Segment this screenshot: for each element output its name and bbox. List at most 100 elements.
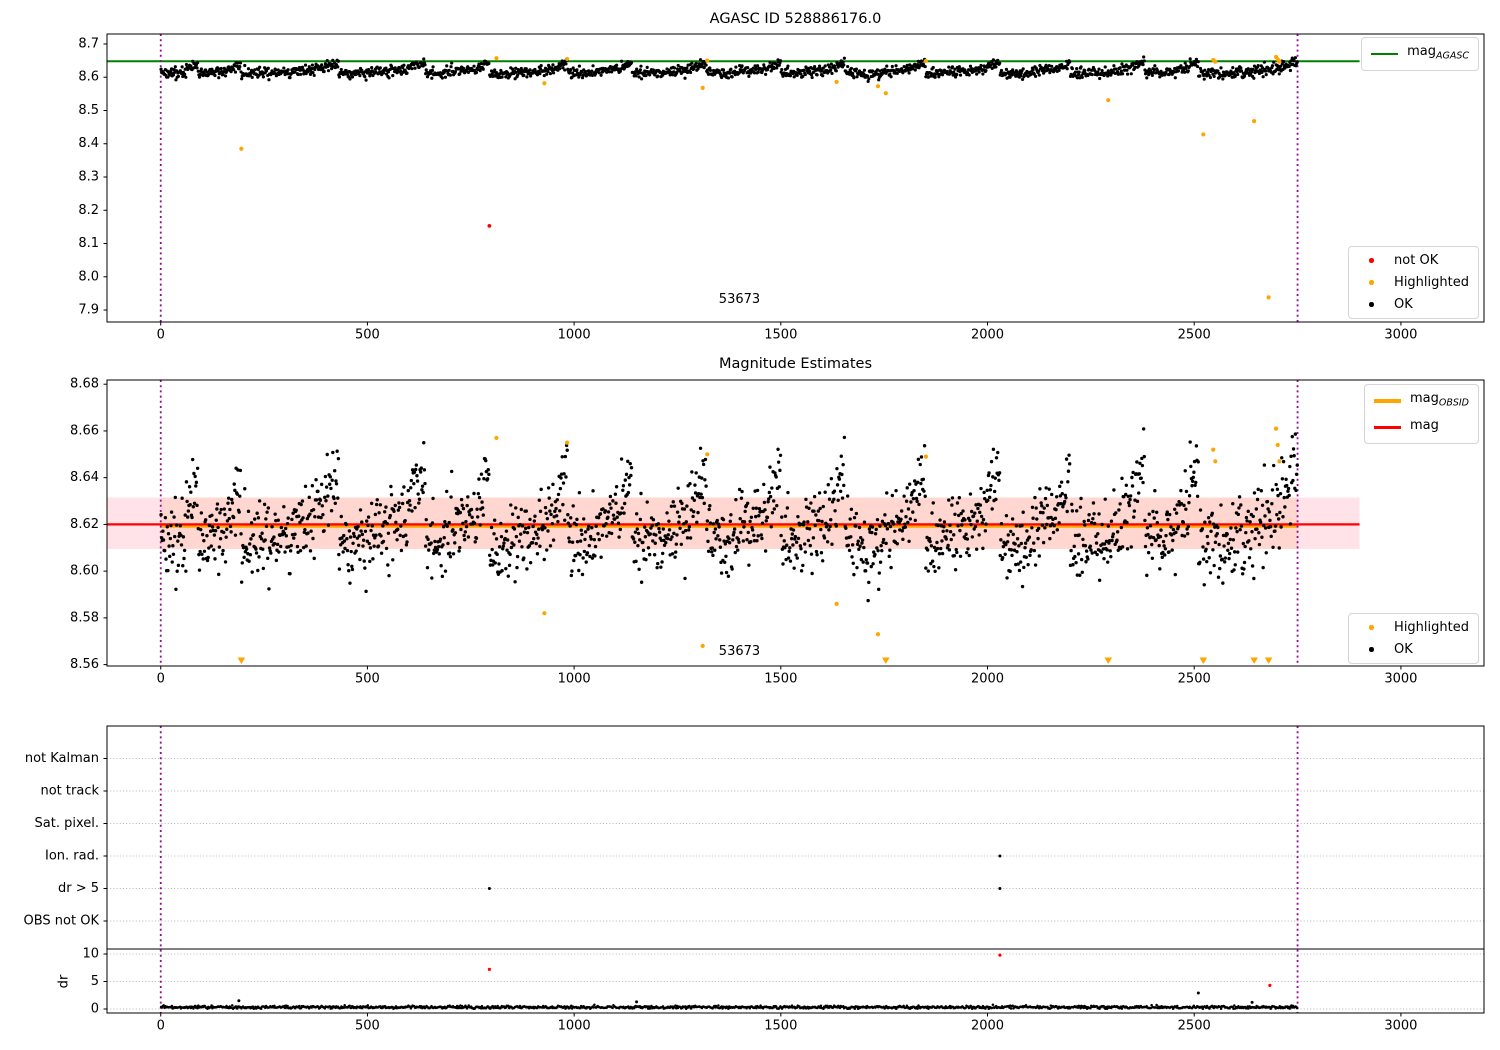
- scatter-point: [694, 471, 698, 475]
- scatter-point: [453, 531, 458, 535]
- scatter-point: [847, 548, 852, 553]
- scatter-point: [749, 515, 754, 519]
- scatter-point: [256, 568, 260, 573]
- scatter-point: [219, 507, 223, 512]
- scatter-point: [356, 543, 361, 547]
- scatter-point: [286, 68, 290, 72]
- scatter-point: [945, 529, 949, 533]
- scatter-point: [922, 489, 926, 493]
- scatter-point: [427, 548, 431, 552]
- scatter-point: [750, 528, 755, 532]
- scatter-point: [655, 565, 659, 570]
- scatter-point: [240, 561, 244, 565]
- scatter-point: [930, 511, 934, 515]
- scatter-point: [1058, 484, 1062, 489]
- figure: 53673 0 500 1000 1500 2000 2500 3000 7.9 8.0 8.1 8.…: [0, 0, 1500, 1050]
- scatter-point: [933, 75, 937, 79]
- scatter-point: [1063, 499, 1067, 504]
- scatter-point: [592, 537, 596, 542]
- scatter-point: [213, 557, 217, 561]
- scatter-point: [889, 565, 893, 570]
- scatter-point: [718, 538, 722, 542]
- scatter-point: [423, 481, 427, 486]
- scatter-point: [334, 479, 338, 483]
- scatter-point: [339, 67, 343, 72]
- scatter-point: [1083, 544, 1088, 548]
- scatter-point: [319, 482, 324, 487]
- scatter-point: [413, 505, 417, 510]
- scatter-point: [755, 539, 759, 543]
- scatter-point: [524, 509, 528, 513]
- scatter-point: [596, 532, 600, 536]
- flag-point: [998, 887, 1002, 890]
- scatter-point: [708, 68, 713, 73]
- scatter-point: [806, 538, 811, 543]
- scatter-point: [260, 531, 264, 535]
- scatter-point: [472, 64, 476, 68]
- scatter-point: [873, 532, 878, 536]
- scatter-point: [361, 544, 365, 548]
- scatter-point: [762, 482, 766, 487]
- scatter-point: [968, 518, 972, 523]
- scatter-point: [187, 485, 192, 489]
- scatter-point: [834, 79, 839, 84]
- scatter-point: [1212, 563, 1216, 568]
- scatter-point: [1114, 511, 1118, 515]
- scatter-point: [515, 565, 519, 570]
- scatter-point: [1232, 568, 1236, 572]
- scatter-point: [810, 75, 814, 80]
- scatter-point: [947, 65, 951, 69]
- scatter-point: [261, 547, 265, 551]
- scatter-point: [1188, 440, 1192, 444]
- scatter-point: [1097, 578, 1102, 582]
- scatter-point: [973, 524, 978, 529]
- scatter-point: [330, 478, 334, 482]
- scatter-point: [212, 548, 216, 552]
- scatter-point: [1154, 510, 1159, 515]
- scatter-point: [336, 496, 340, 500]
- scatter-point: [1277, 459, 1282, 464]
- scatter-point: [214, 518, 218, 522]
- scatter-point: [1039, 501, 1043, 505]
- scatter-point: [1050, 64, 1054, 68]
- scatter-point: [1054, 495, 1059, 499]
- scatter-point: [505, 538, 510, 542]
- scatter-point: [199, 511, 204, 515]
- scatter-point: [1158, 534, 1163, 539]
- scatter-point: [974, 547, 979, 551]
- scatter-point: [185, 499, 189, 504]
- scatter-point: [1278, 510, 1282, 515]
- scatter-point: [240, 77, 244, 81]
- scatter-point: [408, 503, 412, 507]
- scatter-point: [667, 519, 671, 523]
- scatter-point: [825, 523, 829, 527]
- dr-point: [1009, 1007, 1013, 1010]
- scatter-point: [524, 67, 528, 71]
- scatter-point: [900, 529, 904, 533]
- scatter-point: [562, 472, 566, 476]
- scatter-point: [1111, 532, 1115, 536]
- scatter-point: [1042, 506, 1046, 510]
- scatter-point: [988, 488, 993, 492]
- scatter-point: [888, 548, 892, 552]
- scatter-point: [826, 483, 830, 487]
- scatter-point: [683, 528, 688, 533]
- scatter-point: [493, 68, 497, 72]
- scatter-point: [1226, 548, 1230, 552]
- scatter-point: [223, 560, 228, 564]
- scatter-point: [1099, 550, 1104, 554]
- scatter-point: [1276, 517, 1281, 521]
- scatter-point: [706, 539, 710, 544]
- scatter-point: [1257, 531, 1261, 535]
- scatter-point: [883, 91, 888, 96]
- scatter-point: [776, 447, 780, 451]
- scatter-point: [445, 489, 449, 494]
- scatter-point: [238, 61, 243, 65]
- scatter-point: [337, 552, 341, 557]
- scatter-point: [979, 514, 984, 519]
- scatter-point: [932, 564, 936, 569]
- scatter-point: [357, 534, 361, 538]
- scatter-point: [728, 519, 732, 524]
- scatter-point: [912, 479, 917, 483]
- scatter-point: [958, 554, 963, 558]
